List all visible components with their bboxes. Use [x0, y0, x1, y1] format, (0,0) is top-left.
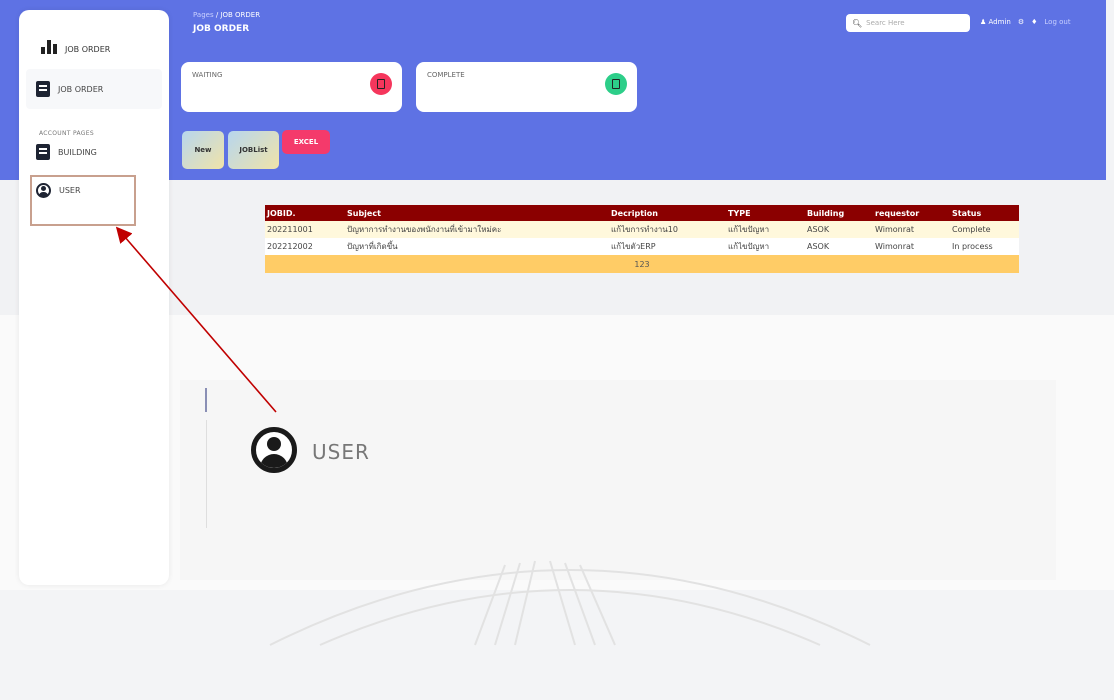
- annotation-arrow: [115, 226, 277, 413]
